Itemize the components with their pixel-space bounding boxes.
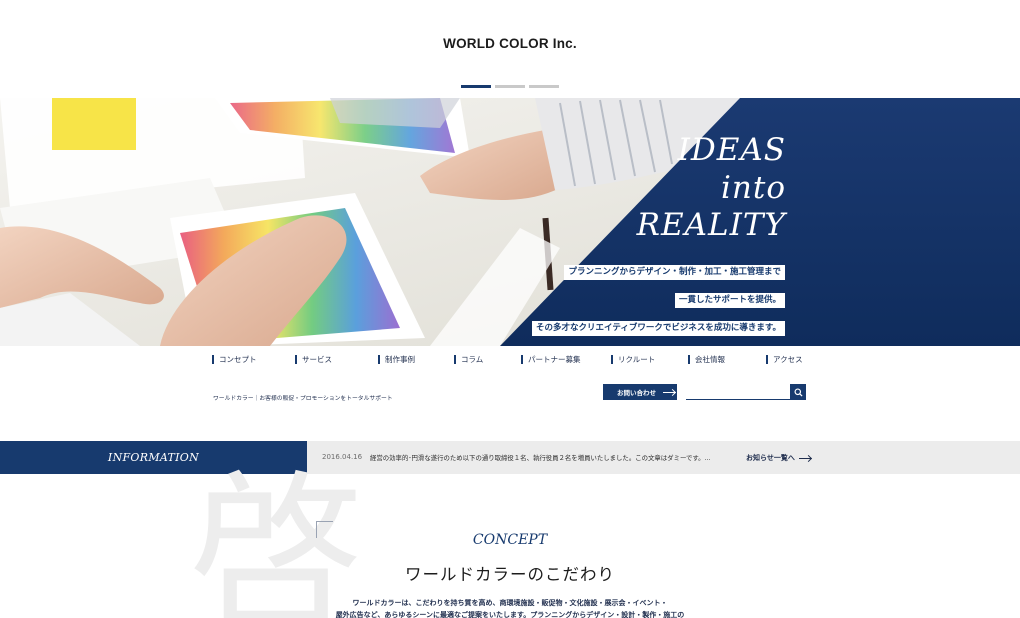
contact-button-label: お問い合わせ: [617, 389, 656, 397]
hero-tagline-line: IDEAS: [677, 132, 786, 168]
nav-item-partner[interactable]: パートナー募集: [521, 355, 611, 364]
nav-item-recruit[interactable]: リクルート: [611, 355, 688, 364]
hero-banner: IDEAS into REALITY プランニングからデザイン・制作・加工・施工…: [0, 98, 1020, 346]
nav-item-works[interactable]: 制作事例: [378, 355, 454, 364]
global-nav: コンセプト サービス 制作事例 コラム パートナー募集 リクルート 会社情報 ア…: [212, 355, 816, 364]
hero-copy: プランニングからデザイン・制作・加工・施工管理まで 一貫したサポートを提供。 そ…: [532, 259, 785, 343]
hero-tagline-line: REALITY: [636, 207, 786, 243]
hero-tagline-line: into: [720, 169, 786, 206]
site-logo[interactable]: WORLD COLOR Inc.: [0, 36, 1020, 51]
information-bar: INFORMATION 2016.04.16 経営の効率的･円滑な遂行のため以下…: [0, 441, 1020, 474]
search-input[interactable]: [686, 384, 790, 400]
concept-body: ワールドカラーは、こだわりを持ち質を高め、商環境施設・販促物・文化施設・展示会・…: [0, 597, 1020, 618]
site-subtagline: ワールドカラー｜お客様の販促・プロモーションをトータルサポート: [213, 396, 393, 402]
hero-tagline: IDEAS into REALITY: [637, 132, 786, 245]
arrow-right-icon: [798, 457, 811, 459]
slider-dots: [461, 85, 559, 88]
hero-copy-line: プランニングからデザイン・制作・加工・施工管理まで: [564, 265, 785, 280]
slider-dot-3[interactable]: [529, 85, 559, 88]
hero-photo: [0, 98, 1020, 346]
concept-body-line: 屋外広告など、あらゆるシーンに最適なご提案をいたします。プランニングからデザイン…: [335, 611, 685, 618]
concept-title-jp: ワールドカラーのこだわり: [405, 565, 615, 584]
nav-item-service[interactable]: サービス: [295, 355, 378, 364]
nav-item-concept[interactable]: コンセプト: [212, 355, 295, 364]
news-list-link[interactable]: お知らせ一覧へ: [746, 453, 811, 463]
slider-dot-2[interactable]: [495, 85, 525, 88]
slider-dot-1[interactable]: [461, 85, 491, 88]
concept-title-en: CONCEPT: [472, 532, 548, 548]
nav-item-company[interactable]: 会社情報: [688, 355, 766, 364]
nav-item-access[interactable]: アクセス: [766, 355, 816, 364]
news-list-link-label: お知らせ一覧へ: [746, 454, 795, 462]
hero-copy-line: その多才なクリエイティブワークでビジネスを成功に導きます。: [532, 321, 785, 336]
hero-copy-line: 一貫したサポートを提供。: [674, 293, 785, 308]
search-icon: [793, 387, 803, 397]
news-text[interactable]: 経営の効率的･円滑な遂行のため以下の通り取締役１名、執行役員２名を増員いたしまし…: [370, 453, 711, 462]
arrow-right-icon: [663, 391, 675, 393]
nav-item-column[interactable]: コラム: [454, 355, 521, 364]
search-button[interactable]: [790, 384, 806, 400]
contact-button[interactable]: お問い合わせ: [603, 384, 677, 400]
concept-body-line: ワールドカラーは、こだわりを持ち質を高め、商環境施設・販促物・文化施設・展示会・…: [352, 599, 668, 607]
